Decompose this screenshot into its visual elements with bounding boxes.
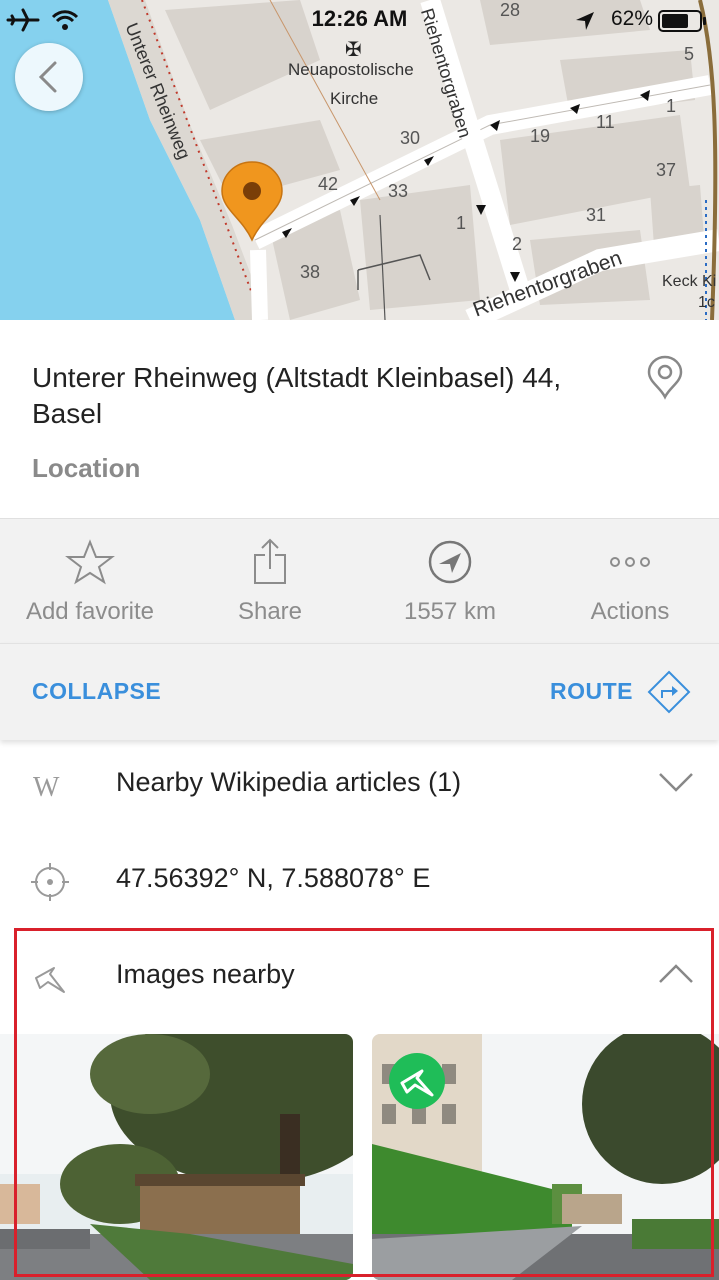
actions-label: Actions (590, 598, 670, 625)
compass-arrow-icon (428, 540, 472, 584)
map-view[interactable]: ✠ Neuapostolische Kirche Unterer Rheinwe… (0, 0, 719, 320)
crosshair-icon (31, 863, 69, 901)
place-type: Location (32, 453, 141, 483)
more-dots-icon (610, 557, 650, 567)
share-label: Share (237, 598, 303, 625)
highlight-box (14, 928, 714, 1277)
house-number: 11 (596, 112, 615, 132)
add-favorite-label: Add favorite (25, 598, 155, 625)
svg-text:W: W (33, 772, 60, 803)
status-bar: 12:26 AM 62% (0, 0, 719, 40)
house-number: 37 (656, 160, 677, 180)
wikipedia-row-label: Nearby Wikipedia articles (1) (116, 767, 462, 797)
distance-label: 1557 km (403, 598, 497, 625)
chevron-down-icon[interactable] (657, 770, 695, 794)
wikipedia-row[interactable]: W Nearby Wikipedia articles (1) (0, 738, 719, 834)
route-label: ROUTE (550, 678, 633, 704)
coordinates-label: 47.56392° N, 7.588078° E (116, 863, 431, 893)
house-number: 19 (530, 126, 551, 146)
location-services-icon (576, 12, 594, 30)
route-button[interactable]: ROUTE (531, 670, 691, 716)
chevron-left-icon (38, 61, 57, 93)
collapse-button[interactable]: COLLAPSE (32, 678, 161, 705)
place-title: Unterer Rheinweg (Altstadt Kleinbasel) 4… (32, 362, 562, 429)
battery-icon (658, 10, 706, 32)
map-pin-outline-icon[interactable] (645, 354, 685, 400)
location-pin-icon[interactable] (220, 160, 284, 242)
house-number: 1 (666, 96, 677, 116)
distance-button[interactable]: 1557 km (360, 519, 540, 644)
more-actions-button[interactable]: Actions (540, 519, 719, 644)
back-button[interactable] (15, 43, 83, 111)
svg-text:✠: ✠ (345, 37, 362, 61)
route-diamond-icon (647, 670, 691, 714)
house-number: 5 (684, 44, 695, 64)
wikipedia-icon: W (33, 772, 60, 803)
add-favorite-button[interactable]: Add favorite (0, 519, 180, 644)
star-icon (65, 539, 115, 585)
action-bar: Add favorite Share 1557 km Actions (0, 518, 719, 644)
place-info-panel: Unterer Rheinweg (Altstadt Kleinbasel) 4… (0, 320, 719, 518)
house-number: 33 (388, 181, 409, 201)
house-number: 30 (400, 128, 421, 148)
battery-percent: 62% (610, 7, 653, 30)
coordinates-row[interactable]: 47.56392° N, 7.588078° E (0, 834, 719, 930)
share-icon (254, 538, 286, 584)
map-label-church-2: Kirche (330, 89, 379, 108)
house-number: 42 (318, 174, 339, 194)
map-label-keck-number: 1c (698, 294, 715, 311)
collapse-route-bar: COLLAPSE ROUTE (0, 643, 719, 740)
house-number: 1 (456, 213, 467, 233)
house-number: 31 (586, 205, 607, 225)
house-number: 38 (300, 262, 321, 282)
map-label-keck: Keck Ki (662, 273, 717, 290)
house-number: 2 (512, 234, 523, 254)
map-label-church: Neuapostolische (288, 60, 414, 79)
share-button[interactable]: Share (180, 519, 360, 644)
